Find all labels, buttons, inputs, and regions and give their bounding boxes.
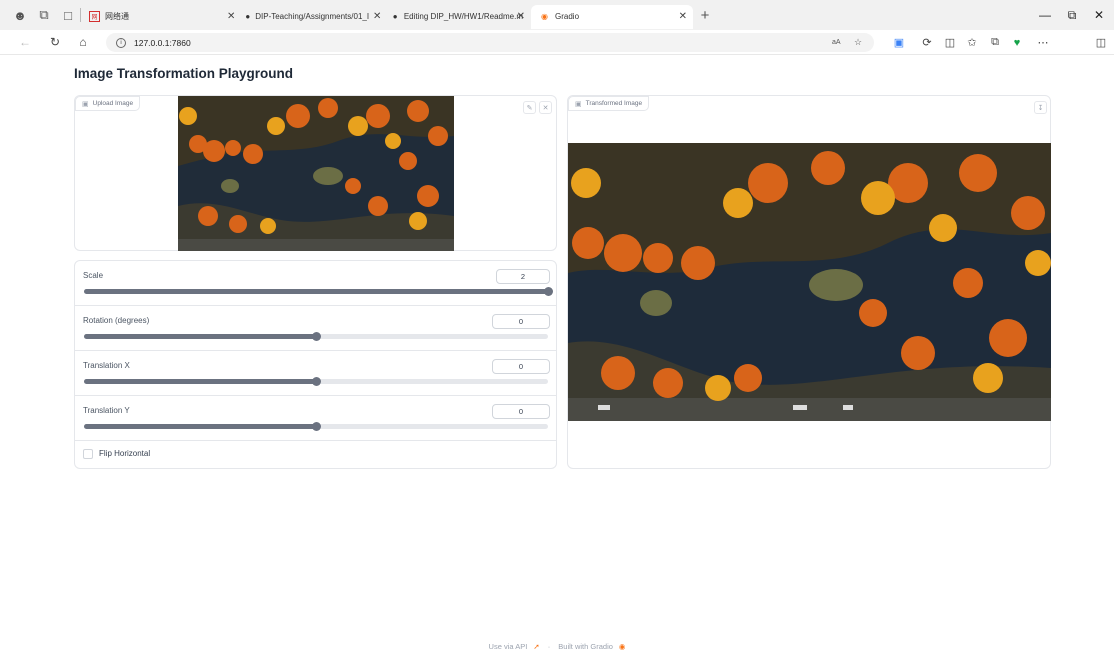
rocket-icon: ➚	[533, 642, 540, 651]
tab-label: Gradio	[555, 12, 580, 21]
close-window-icon[interactable]: ✕	[1084, 0, 1114, 30]
image-icon: ▣	[575, 100, 582, 108]
rotation-label: Rotation (degrees)	[83, 316, 150, 325]
upload-image-label: ▣ Upload Image	[75, 96, 141, 111]
copilot-icon[interactable]: ⟳	[916, 30, 938, 55]
flip-horizontal-label: Flip Horizontal	[99, 449, 151, 458]
built-with-gradio-link[interactable]: Built with Gradio	[558, 642, 613, 651]
rotation-slider-row: Rotation (degrees) 0	[75, 306, 556, 351]
page-title: Image Transformation Playground	[74, 66, 294, 81]
slider-thumb[interactable]	[312, 332, 321, 341]
upload-image-label-text: Upload Image	[92, 100, 134, 107]
news-icon: 网	[89, 11, 100, 22]
sidebar-icon[interactable]: ◫	[1090, 30, 1112, 55]
workspaces-icon[interactable]: ⧉	[32, 3, 56, 27]
upload-image-panel[interactable]: ▣ Upload Image ✎ ✕	[74, 95, 557, 251]
read-aloud-icon[interactable]: aA	[832, 39, 841, 46]
profile-icon[interactable]: ☻	[8, 3, 32, 27]
scale-number-input[interactable]: 2	[496, 269, 550, 284]
tab-label: 网络通	[105, 12, 129, 21]
home-icon[interactable]: ⌂	[72, 31, 94, 53]
minimize-icon[interactable]: —	[1030, 0, 1060, 30]
footer-separator: ·	[547, 642, 551, 651]
browser-essentials-icon[interactable]: ♥	[1006, 30, 1028, 55]
translation-y-slider[interactable]	[84, 422, 548, 431]
translation-x-label: Translation X	[83, 361, 130, 370]
translation-x-slider[interactable]	[84, 377, 548, 386]
split-screen-icon[interactable]: ◫	[939, 30, 961, 55]
tab-dip-teaching[interactable]: ✕ ● DIP-Teaching/Assignments/01_Im	[223, 5, 369, 29]
close-icon[interactable]: ✕	[679, 11, 687, 22]
translation-x-slider-row: Translation X 0	[75, 351, 556, 396]
scale-slider[interactable]	[84, 287, 553, 296]
slider-fill	[84, 379, 316, 384]
close-icon[interactable]: ✕	[227, 11, 235, 22]
transformed-image-label: ▣ Transformed Image	[568, 96, 650, 111]
transformed-image-label-text: Transformed Image	[585, 100, 643, 107]
translation-y-number-input[interactable]: 0	[492, 404, 550, 419]
restore-icon[interactable]: ⧉	[1057, 0, 1087, 30]
flip-horizontal-checkbox[interactable]	[83, 449, 93, 459]
site-info-icon[interactable]: i	[116, 37, 126, 48]
github-icon: ●	[392, 12, 398, 21]
download-icon[interactable]: ↧	[1034, 101, 1047, 114]
tab-news[interactable]: 网 网络通	[81, 5, 223, 29]
flip-horizontal-row[interactable]: Flip Horizontal	[75, 441, 556, 467]
tab-label: Editing DIP_HW/HW1/Readme.m	[403, 12, 523, 21]
rotation-slider[interactable]	[84, 332, 548, 341]
tab-actions-icon[interactable]: □	[56, 3, 80, 27]
use-via-api-link[interactable]: Use via API	[489, 642, 528, 651]
slider-thumb[interactable]	[544, 287, 553, 296]
slider-fill	[84, 334, 316, 339]
refresh-icon[interactable]: ↻	[44, 31, 66, 53]
close-icon[interactable]: ✕	[517, 11, 525, 22]
slider-thumb[interactable]	[312, 422, 321, 431]
favorite-star-icon[interactable]: ☆	[854, 37, 862, 48]
slider-fill	[84, 289, 548, 294]
transformed-image-panel: ▣ Transformed Image ↧	[567, 95, 1051, 469]
url-text: 127.0.0.1:7860	[134, 37, 191, 48]
url-field[interactable]: i 127.0.0.1:7860 aA ☆	[106, 33, 874, 52]
extension-icon[interactable]: ▣	[888, 30, 910, 55]
gradio-logo-icon: ◉	[618, 642, 626, 651]
slider-fill	[84, 424, 316, 429]
footer: Use via API ➚ · Built with Gradio ◉	[0, 642, 1114, 651]
translation-y-slider-row: Translation Y 0	[75, 396, 556, 441]
transformed-image	[568, 143, 1051, 421]
uploaded-image	[178, 96, 454, 251]
favorites-icon[interactable]: ✩	[961, 30, 983, 55]
controls-panel: Scale 2 Rotation (degrees) 0 Translation…	[74, 260, 557, 469]
clear-icon[interactable]: ✕	[539, 101, 552, 114]
github-icon: ●	[245, 12, 251, 21]
scale-slider-row: Scale 2	[75, 261, 556, 306]
image-icon: ▣	[82, 100, 89, 108]
gradio-icon: ◉	[541, 12, 548, 21]
tab-label: DIP-Teaching/Assignments/01_Im	[255, 12, 369, 21]
browser-tab-bar: ☻ ⧉ □ 网 网络通 ✕ ● DIP-Teaching/Assignments…	[0, 0, 1114, 30]
translation-y-label: Translation Y	[83, 406, 130, 415]
slider-thumb[interactable]	[312, 377, 321, 386]
edit-icon[interactable]: ✎	[523, 101, 536, 114]
translation-x-number-input[interactable]: 0	[492, 359, 550, 374]
new-tab-icon[interactable]: +	[693, 3, 717, 27]
tab-editing-readme[interactable]: ✕ ● Editing DIP_HW/HW1/Readme.m ✕	[369, 5, 531, 29]
rotation-number-input[interactable]: 0	[492, 314, 550, 329]
more-menu-icon[interactable]: ⋯	[1032, 30, 1054, 55]
collections-icon[interactable]: ⧉	[984, 30, 1006, 55]
scale-label: Scale	[83, 271, 104, 280]
tab-gradio[interactable]: ◉ Gradio ✕	[531, 4, 693, 29]
close-icon[interactable]: ✕	[373, 11, 381, 22]
back-icon[interactable]: ←	[14, 31, 36, 53]
